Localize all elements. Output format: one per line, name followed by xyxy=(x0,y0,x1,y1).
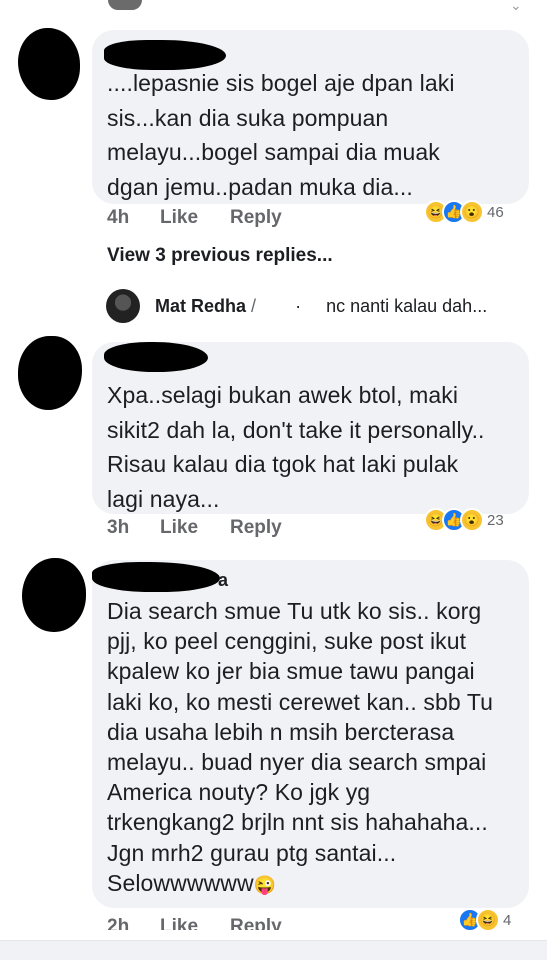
comment-line: sikit2 dah la, don't take it personally.… xyxy=(107,416,485,443)
reply-button[interactable]: Reply xyxy=(230,916,282,930)
timestamp[interactable]: 4h xyxy=(107,207,160,229)
wow-emoji-icon: 😮 xyxy=(460,508,484,532)
view-previous-replies-link[interactable]: View 3 previous replies... xyxy=(107,245,333,267)
comment-line: sis...kan dia suka pompuan xyxy=(107,104,389,131)
like-button[interactable]: Like xyxy=(160,517,230,539)
comment-line: dia usaha lebih n msih bercterasa xyxy=(107,718,455,745)
timestamp[interactable]: 2h xyxy=(107,916,160,930)
reaction-summary[interactable]: 😆 👍 😮 46 xyxy=(424,200,504,224)
comment-line: dgan jemu..padan muka dia... xyxy=(107,173,413,200)
comment-actions: 2h Like Reply xyxy=(107,916,282,930)
author-name-fragment: a xyxy=(218,570,229,590)
avatar[interactable] xyxy=(18,28,80,100)
comment-line: laki ko, ko mesti cerewet kan.. sbb Tu xyxy=(107,688,494,715)
comment-line: ....lepasnie sis bogel aje dpan laki xyxy=(107,70,455,96)
avatar[interactable] xyxy=(108,0,142,10)
reaction-count: 23 xyxy=(487,511,504,529)
wow-emoji-icon: 😮 xyxy=(460,200,484,224)
comment-line: pjj, ko peel cenggini, suke post ikut xyxy=(107,628,467,655)
reaction-count: 4 xyxy=(503,911,512,929)
laughing-emoji-icon: 😆 xyxy=(476,908,500,932)
reaction-count: 46 xyxy=(487,203,504,221)
reply-author-name[interactable]: Mat Redha xyxy=(155,296,246,316)
reply-name-suffix: / xyxy=(251,296,257,316)
comment-text: ....lepasnie sis bogel aje dpan laki sis… xyxy=(107,66,527,204)
reply-preview[interactable]: Mat Redha / · nc nanti kalau dah... xyxy=(155,296,487,317)
comment-line: America nouty? Ko jgk yg xyxy=(107,779,371,806)
comment-line: Dia search smue Tu utk ko sis.. korg xyxy=(107,598,482,624)
avatar[interactable] xyxy=(106,289,140,323)
comment-line: kpalew ko jer bia smue tawu pangai xyxy=(107,658,475,685)
reply-snippet-fragment: · xyxy=(295,296,302,316)
like-button[interactable]: Like xyxy=(160,916,230,930)
reply-snippet: nc nanti kalau dah... xyxy=(326,296,488,316)
comment-line: melayu...bogel sampai dia muak xyxy=(107,139,440,165)
comment-line: trkengkang2 brjln nnt sis hahahaha... xyxy=(107,809,488,836)
chevron-down-icon[interactable]: ⌄ xyxy=(510,0,522,12)
reaction-summary[interactable]: 👍 😆 4 xyxy=(458,908,511,932)
avatar[interactable] xyxy=(18,336,82,410)
redacted-author-name xyxy=(104,342,208,372)
comment-line: melayu.. buad nyer dia search smpai xyxy=(107,749,487,776)
comment-line: Xpa..selagi bukan awek btol, maki xyxy=(107,382,459,408)
comment-line: Jgn mrh2 gurau ptg santai... xyxy=(107,839,397,866)
comment-line: Selowwwwww😜 xyxy=(107,868,527,900)
comment-actions: 4h Like Reply xyxy=(107,207,282,229)
tongue-emoji-icon: 😜 xyxy=(253,874,277,895)
avatar[interactable] xyxy=(22,558,86,632)
like-button[interactable]: Like xyxy=(160,207,230,229)
reply-button[interactable]: Reply xyxy=(230,207,282,229)
redacted-author-name xyxy=(92,562,220,592)
comment-text: Xpa..selagi bukan awek btol, maki sikit2… xyxy=(107,378,527,516)
comment-text: Dia search smue Tu utk ko sis.. korg pjj… xyxy=(107,596,527,900)
reply-button[interactable]: Reply xyxy=(230,517,282,539)
comment-actions: 3h Like Reply xyxy=(107,517,282,539)
comment-line-text: Selowwwwww xyxy=(107,869,254,896)
reaction-summary[interactable]: 😆 👍 😮 23 xyxy=(424,508,504,532)
timestamp[interactable]: 3h xyxy=(107,517,160,539)
comment-input-bar[interactable] xyxy=(0,940,547,960)
comment-line: Risau kalau dia tgok hat laki pulak xyxy=(107,451,459,477)
